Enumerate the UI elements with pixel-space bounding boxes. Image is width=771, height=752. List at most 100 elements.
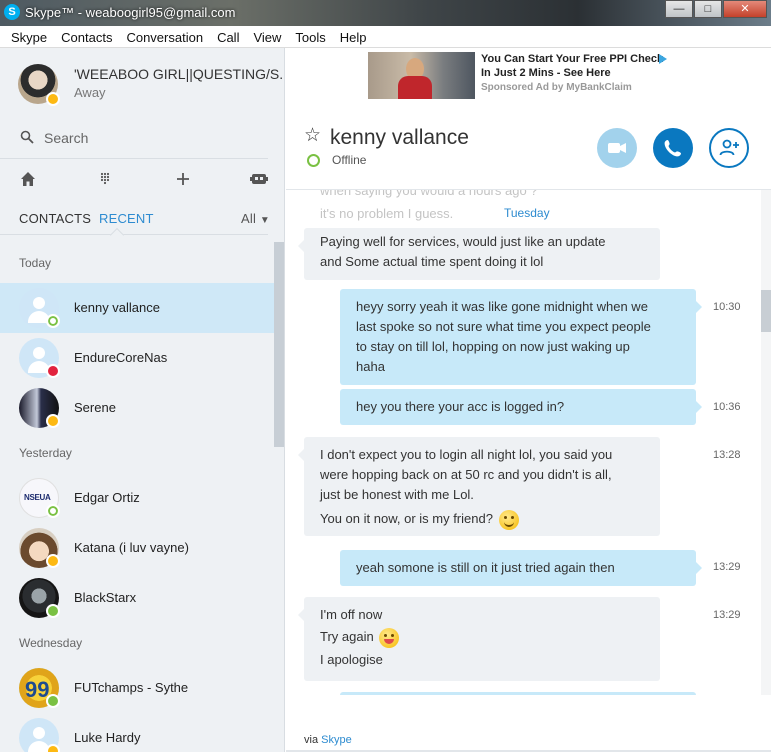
contact-name: EndureCoreNas: [74, 350, 168, 365]
tab-recent[interactable]: RECENT: [99, 211, 154, 226]
list-item[interactable]: Katana (i luv vayne): [0, 523, 274, 573]
contact-name: BlackStarx: [74, 590, 137, 605]
add-person-icon: [719, 139, 739, 156]
conversation-footer: via Skype: [286, 730, 771, 752]
scrollbar-thumb[interactable]: [761, 290, 771, 332]
message-bubble-outgoing[interactable]: [340, 692, 696, 695]
ad-subline[interactable]: In Just 2 Mins - See Here: [481, 67, 611, 79]
contact-name: FUTchamps - Sythe: [74, 680, 189, 695]
close-button[interactable]: ✕: [723, 0, 767, 18]
conversation-header: ☆ kenny vallance Offline: [286, 108, 771, 190]
day-divider: Tuesday: [498, 206, 556, 220]
search-box[interactable]: Search: [20, 128, 270, 150]
message-timestamp: 10:30: [713, 301, 741, 313]
contact-name: Serene: [74, 400, 116, 415]
message-text: and Some actual time spent doing it lol: [320, 254, 544, 269]
menu-contacts[interactable]: Contacts: [54, 26, 119, 47]
bot-icon[interactable]: [248, 168, 270, 190]
add-people-button[interactable]: [709, 128, 749, 168]
message-text: haha: [356, 359, 385, 374]
list-item[interactable]: Luke Hardy: [0, 713, 274, 752]
menu-conversation[interactable]: Conversation: [119, 26, 210, 47]
list-item[interactable]: NSEUA Edgar Ortiz: [0, 473, 274, 523]
home-icon[interactable]: [17, 168, 39, 190]
dialpad-icon[interactable]: [94, 168, 116, 190]
skype-logo-icon: S: [4, 4, 20, 20]
message-text: I apologise: [320, 651, 383, 667]
minimize-button[interactable]: —: [665, 0, 693, 18]
profile-card[interactable]: 'WEEABOO GIRL||QUESTING/S... Away: [18, 64, 284, 114]
list-item[interactable]: Serene: [0, 383, 274, 433]
contact-name: Katana (i luv vayne): [74, 540, 189, 555]
message-text: You on it now, or is my friend?: [320, 511, 493, 526]
message-text: I don't expect you to login all night lo…: [320, 447, 613, 462]
message-text: just be honest with me Lol.: [320, 487, 474, 502]
window-controls: — □ ✕: [664, 0, 767, 18]
filter-label: All: [241, 211, 257, 226]
conversation-status: Offline: [332, 153, 367, 167]
section-yesterday: Yesterday: [19, 446, 72, 460]
tongue-emoji-icon: [379, 627, 400, 648]
away-status-icon: [46, 92, 60, 106]
message-timestamp: 13:28: [713, 449, 741, 461]
sidebar-toolbar: [0, 168, 284, 190]
list-item[interactable]: EndureCoreNas: [0, 333, 274, 383]
filter-dropdown[interactable]: All ▼: [241, 211, 270, 226]
message-bubble-outgoing[interactable]: yeah somone is still on it just tried ag…: [340, 550, 702, 586]
messages-scrollbar[interactable]: [761, 190, 771, 695]
adchoices-icon[interactable]: [659, 54, 667, 64]
video-camera-icon: [608, 143, 626, 153]
sidebar: 'WEEABOO GIRL||QUESTING/S... Away Search…: [0, 48, 285, 752]
away-status-icon: [46, 744, 60, 752]
message-text: I'm off now: [320, 607, 383, 622]
divider: [0, 234, 268, 235]
online-status-icon: [46, 694, 60, 708]
via-label: via Skype: [304, 734, 352, 746]
message-text: heyy sorry yeah it was like gone midnigh…: [356, 299, 648, 314]
ad-headline[interactable]: You Can Start Your Free PPI Check: [481, 53, 663, 65]
message-history: when saying you would a hours ago ? it's…: [286, 190, 761, 695]
menu-call[interactable]: Call: [210, 26, 246, 47]
favorite-star-icon[interactable]: ☆: [304, 124, 321, 147]
message-bubble-incoming[interactable]: I'm off now Try again I apologise: [298, 597, 660, 681]
list-item[interactable]: 99 FUTchamps - Sythe: [0, 663, 274, 713]
menu-help[interactable]: Help: [333, 26, 374, 47]
section-wednesday: Wednesday: [19, 636, 83, 650]
search-input[interactable]: Search: [44, 130, 88, 146]
ad-image[interactable]: [368, 52, 475, 99]
message-bubble-incoming[interactable]: Paying well for services, would just lik…: [298, 228, 660, 280]
audio-call-button[interactable]: [653, 128, 693, 168]
plus-icon[interactable]: [172, 168, 194, 190]
list-item[interactable]: BlackStarx: [0, 573, 274, 623]
phone-icon: [664, 140, 681, 157]
title-bar: S Skype™ - weaboogirl95@gmail.com — □ ✕: [0, 0, 771, 26]
conversation-title: kenny vallance: [330, 126, 469, 149]
message-text: last spoke so not sure what time you exp…: [356, 319, 651, 334]
via-text: via: [304, 734, 319, 746]
message-bubble-outgoing[interactable]: hey you there your acc is logged in?: [340, 389, 702, 425]
video-call-button[interactable]: [597, 128, 637, 168]
menu-view[interactable]: View: [246, 26, 288, 47]
message-text: yeah somone is still on it just tried ag…: [356, 560, 615, 575]
window-title: Skype™ - weaboogirl95@gmail.com: [25, 5, 236, 20]
sidebar-tabs: CONTACTS RECENT All ▼: [0, 208, 284, 243]
tab-contacts[interactable]: CONTACTS: [19, 211, 91, 226]
menu-skype[interactable]: Skype: [4, 26, 54, 47]
contacts-scrollbar[interactable]: [274, 242, 284, 447]
smile-emoji-icon: [498, 509, 519, 530]
message-text: Paying well for services, would just lik…: [320, 234, 606, 249]
skype-link[interactable]: Skype: [321, 734, 352, 746]
message-timestamp: 13:29: [713, 609, 741, 621]
message-bubble-incoming[interactable]: I don't expect you to login all night lo…: [298, 437, 660, 536]
maximize-button[interactable]: □: [694, 0, 722, 18]
menu-tools[interactable]: Tools: [288, 26, 332, 47]
contact-name: kenny vallance: [74, 300, 160, 315]
message-text: to stay on till lol, hopping on now just…: [356, 339, 630, 354]
offline-status-icon: [46, 504, 60, 518]
sponsored-ad[interactable]: You Can Start Your Free PPI Check In Jus…: [368, 52, 678, 100]
message-timestamp: 10:36: [713, 401, 741, 413]
away-status-icon: [46, 414, 60, 428]
list-item[interactable]: kenny vallance: [0, 283, 274, 333]
message-bubble-outgoing[interactable]: heyy sorry yeah it was like gone midnigh…: [340, 289, 702, 385]
message-text: hey you there your acc is logged in?: [356, 399, 565, 414]
